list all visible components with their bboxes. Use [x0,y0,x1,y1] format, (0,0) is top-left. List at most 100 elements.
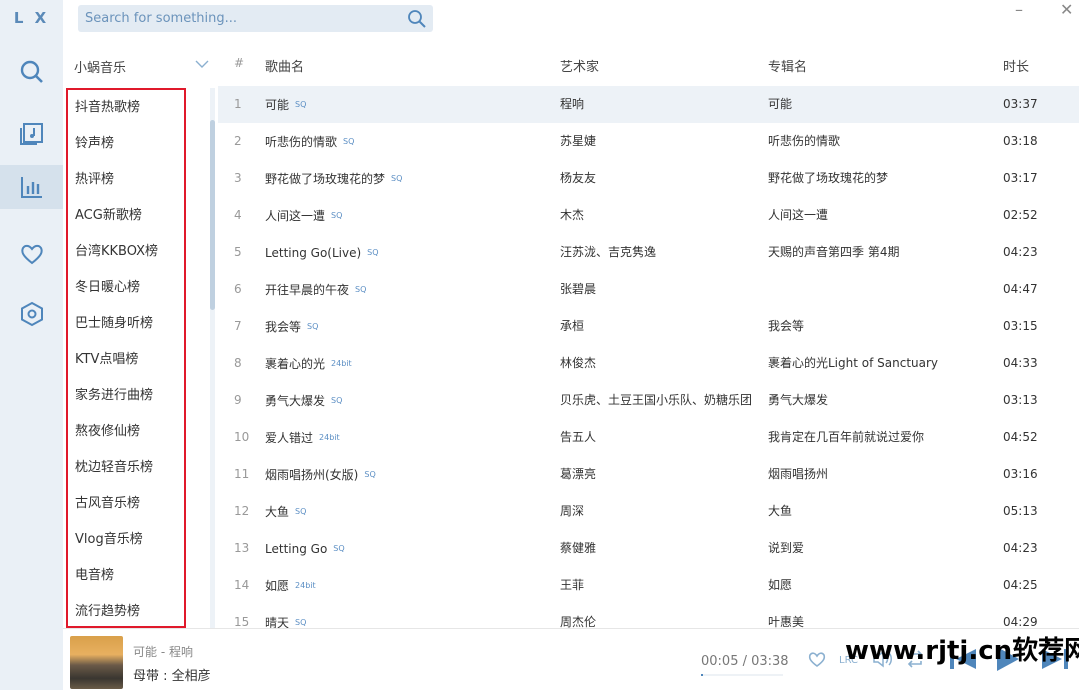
song-artist: 汪苏泷、吉克隽逸 [560,245,657,259]
song-title-cell: 野花做了场玫瑰花的梦 SQ [265,160,555,198]
song-title: Letting Go(Live) [265,246,362,260]
song-title: Letting Go [265,542,328,556]
leaderboard-item[interactable]: 古风音乐榜 [68,486,184,522]
quality-badge: SQ [295,100,307,109]
table-row[interactable]: 10 爱人错过 24bit 告五人 我肯定在几百年前就说过爱你 04:52 [218,419,1079,456]
close-button[interactable]: ✕ [1060,0,1073,19]
leaderboard-item[interactable]: 铃声榜 [68,126,184,162]
watermark: www.rjtj.cn软荐网 [845,636,1079,666]
leaderboard-item[interactable]: 抖音热歌榜 [68,90,184,126]
table-row[interactable]: 4 人间这一遭 SQ 木杰 人间这一遭 02:52 [218,197,1079,234]
leaderboard-item[interactable]: 枕边轻音乐榜 [68,450,184,486]
table-row[interactable]: 14 如愿 24bit 王菲 如愿 04:25 [218,567,1079,604]
song-index: 5 [234,245,242,259]
quality-badge: SQ [331,396,343,405]
header-duration: 时长 [1003,60,1030,75]
table-row[interactable]: 9 勇气大爆发 SQ 贝乐虎、土豆王国小乐队、奶糖乐团 勇气大爆发 03:13 [218,382,1079,419]
table-row[interactable]: 12 大鱼 SQ 周深 大鱼 05:13 [218,493,1079,530]
song-duration: 03:17 [1003,171,1038,185]
song-index: 2 [234,134,242,148]
table-row[interactable]: 8 裹着心的光 24bit 林俊杰 裹着心的光Light of Sanctuary… [218,345,1079,382]
song-album: 如愿 [768,578,793,592]
song-index: 4 [234,208,242,222]
song-index: 1 [234,97,242,111]
song-index: 3 [234,171,242,185]
song-index: 12 [234,504,250,518]
song-artist: 张碧晨 [560,282,597,296]
song-artist: 苏星婕 [560,134,597,148]
song-artist: 程响 [560,97,585,111]
album-cover[interactable] [70,636,123,689]
table-row[interactable]: 6 开往早晨的午夜 SQ 张碧晨 04:47 [218,271,1079,308]
nav-settings[interactable] [0,292,63,336]
song-index: 6 [234,282,242,296]
song-title-cell: 我会等 SQ [265,308,555,346]
nav-leaderboard[interactable] [0,165,63,209]
song-title: 爱人错过 [265,431,314,445]
quality-badge: SQ [295,618,307,627]
progress-fill [701,674,703,676]
table-row[interactable]: 2 听悲伤的情歌 SQ 苏星婕 听悲伤的情歌 03:18 [218,123,1079,160]
search-icon[interactable] [407,9,427,29]
bar-chart-icon [20,177,42,198]
song-duration: 03:37 [1003,97,1038,111]
song-index: 8 [234,356,242,370]
song-title-cell: 勇气大爆发 SQ [265,382,555,420]
song-title-cell: 人间这一遭 SQ [265,197,555,235]
table-row[interactable]: 11 烟雨唱扬州(女版) SQ 葛漂亮 烟雨唱扬州 03:16 [218,456,1079,493]
song-duration: 03:15 [1003,319,1038,333]
leaderboard-item[interactable]: ACG新歌榜 [68,198,184,234]
song-duration: 03:18 [1003,134,1038,148]
leaderboard-item[interactable]: KTV点唱榜 [68,342,184,378]
header-artist: 艺术家 [560,60,600,75]
table-row[interactable]: 7 我会等 SQ 承桓 我会等 03:15 [218,308,1079,345]
progress-bar[interactable] [701,674,783,676]
song-title-cell: 开往早晨的午夜 SQ [265,271,555,309]
song-album: 人间这一遭 [768,208,829,222]
leaderboard-item[interactable]: 家务进行曲榜 [68,378,184,414]
nav-songlist[interactable] [0,110,63,154]
song-duration: 04:23 [1003,541,1038,555]
quality-badge: SQ [331,211,343,220]
now-playing-lyric: 母带 : 全相彦 [133,669,211,684]
scrollbar-thumb[interactable] [210,120,215,310]
quality-badge: SQ [343,137,355,146]
song-album: 说到爱 [768,541,805,555]
table-row[interactable]: 1 可能 SQ 程响 可能 03:37 [218,86,1079,123]
app-logo: L X [13,9,50,27]
music-list-icon [19,123,43,145]
song-artist: 杨友友 [560,171,597,185]
table-row[interactable]: 13 Letting Go SQ 蔡健雅 说到爱 04:23 [218,530,1079,567]
quality-badge: SQ [367,248,379,257]
song-title: 如愿 [265,579,290,593]
search-input[interactable]: Search for something... [78,5,433,32]
quality-badge: SQ [307,322,319,331]
leaderboard-item[interactable]: Vlog音乐榜 [68,522,184,558]
song-title-cell: 大鱼 SQ [265,493,555,531]
song-artist: 蔡健雅 [560,541,597,555]
leaderboard-item[interactable]: 流行趋势榜 [68,594,184,630]
quality-badge: SQ [355,285,367,294]
quality-badge: 24bit [319,433,340,442]
leaderboard-item[interactable]: 热评榜 [68,162,184,198]
favorite-heart-icon[interactable] [807,649,827,669]
nav-search[interactable] [0,50,63,94]
minimize-button[interactable]: – [1015,0,1023,19]
settings-hexagon-icon [20,301,43,327]
quality-badge: 24bit [331,359,352,368]
leaderboard-item[interactable]: 熬夜修仙榜 [68,414,184,450]
table-header: # 歌曲名 艺术家 专辑名 时长 [218,56,1079,76]
table-row[interactable]: 3 野花做了场玫瑰花的梦 SQ 杨友友 野花做了场玫瑰花的梦 03:17 [218,160,1079,197]
list-scrollbar[interactable] [210,88,215,628]
song-duration: 04:23 [1003,245,1038,259]
song-album: 天赐的声音第四季 第4期 [768,245,900,259]
header-title: 歌曲名 [265,60,305,75]
leaderboard-item[interactable]: 巴士随身听榜 [68,306,184,342]
song-table: 1 可能 SQ 程响 可能 03:37 2 听悲伤的情歌 SQ 苏星婕 听悲伤的情歌 … [218,86,1079,641]
leaderboard-item[interactable]: 台湾KKBOX榜 [68,234,184,270]
source-select[interactable]: 小蜗音乐 [74,57,209,76]
nav-favorites[interactable] [0,232,63,276]
leaderboard-item[interactable]: 电音榜 [68,558,184,594]
table-row[interactable]: 5 Letting Go(Live) SQ 汪苏泷、吉克隽逸 天赐的声音第四季 第… [218,234,1079,271]
leaderboard-item[interactable]: 冬日暖心榜 [68,270,184,306]
